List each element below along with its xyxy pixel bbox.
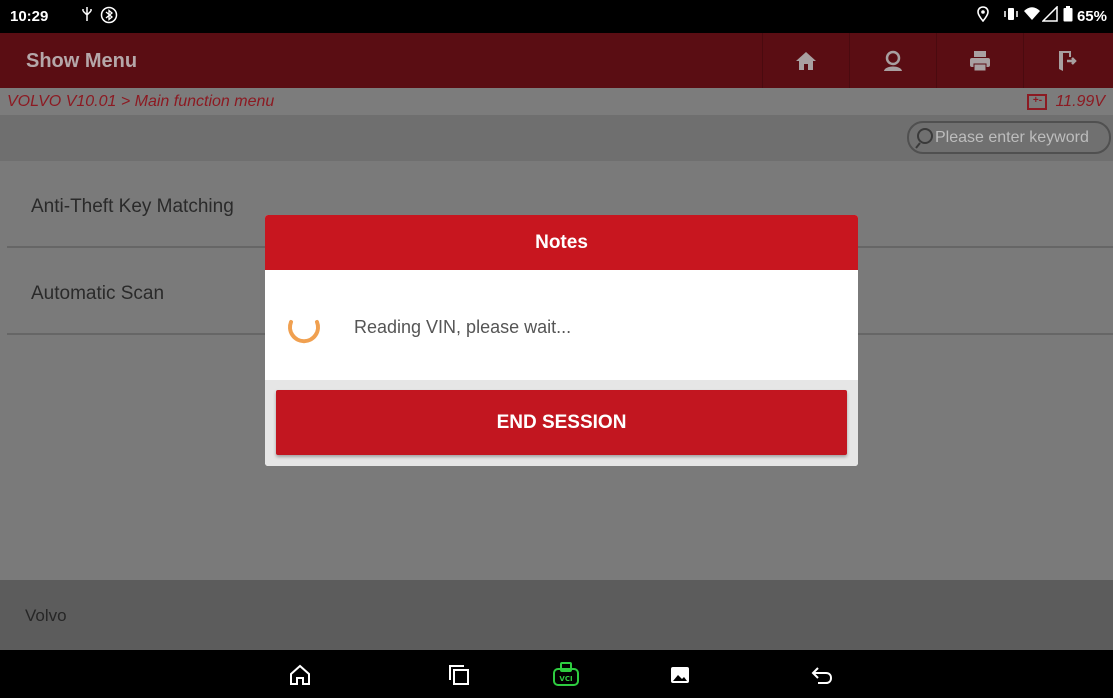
exit-button[interactable] xyxy=(1023,33,1110,88)
home-icon xyxy=(796,51,816,70)
breadcrumb: VOLVO V10.01 > Main function menu xyxy=(7,93,275,110)
back-button[interactable] xyxy=(808,661,836,689)
back-icon xyxy=(811,667,833,684)
header-bar: Show Menu xyxy=(0,33,1113,88)
vci-icon: VCI xyxy=(553,662,579,686)
home-nav-button[interactable] xyxy=(286,661,314,689)
status-time: 10:29 xyxy=(10,8,49,25)
search-input[interactable] xyxy=(935,127,1111,149)
usb-debug-icon xyxy=(80,6,94,27)
dialog-title: Notes xyxy=(535,232,588,253)
signal-icon xyxy=(1041,5,1058,27)
vci-button[interactable]: VCI xyxy=(552,661,580,689)
battery-icon xyxy=(1063,6,1073,27)
vibrate-icon xyxy=(1003,6,1019,27)
user-support-icon xyxy=(884,50,902,71)
search-icon xyxy=(915,128,933,149)
footer-bar: Volvo xyxy=(0,580,1113,650)
recents-button[interactable] xyxy=(445,661,473,689)
home-button[interactable] xyxy=(762,33,849,88)
dialog-body: Reading VIN, please wait... xyxy=(265,270,858,380)
status-bar: 10:29 65% xyxy=(0,0,1113,33)
battery-percent: 65% xyxy=(1076,8,1107,25)
location-icon xyxy=(977,6,989,27)
breadcrumb-bar: VOLVO V10.01 > Main function menu +- 11.… xyxy=(0,88,1113,115)
menu-item-label: Automatic Scan xyxy=(31,283,165,304)
end-session-button[interactable]: END SESSION xyxy=(276,390,847,455)
battery-voltage: +- 11.99V xyxy=(1027,93,1105,111)
navigation-bar: VCI xyxy=(0,650,1113,698)
svg-text:VCI: VCI xyxy=(559,675,572,683)
recents-icon xyxy=(449,665,469,685)
menu-item-label: Anti-Theft Key Matching xyxy=(31,196,234,217)
car-battery-icon: +- xyxy=(1027,94,1048,110)
notes-dialog: Notes Reading VIN, please wait... END SE… xyxy=(265,215,858,466)
loading-spinner-icon xyxy=(288,320,320,344)
search-box[interactable] xyxy=(907,121,1111,154)
user-support-button[interactable] xyxy=(849,33,936,88)
footer-label: Volvo xyxy=(25,606,67,625)
bluetooth-icon xyxy=(100,6,118,29)
print-icon xyxy=(970,50,990,71)
dialog-header: Notes xyxy=(265,215,858,270)
print-button[interactable] xyxy=(936,33,1023,88)
home-nav-icon xyxy=(290,664,310,685)
dialog-footer: END SESSION xyxy=(265,380,858,466)
search-row xyxy=(0,115,1113,161)
exit-icon xyxy=(1059,50,1077,71)
page-title: Show Menu xyxy=(26,50,138,72)
dialog-message: Reading VIN, please wait... xyxy=(354,317,572,337)
voltage-value: 11.99V xyxy=(1055,93,1105,110)
gallery-icon xyxy=(671,667,689,683)
wifi-icon xyxy=(1023,6,1041,27)
gallery-button[interactable] xyxy=(666,661,694,689)
